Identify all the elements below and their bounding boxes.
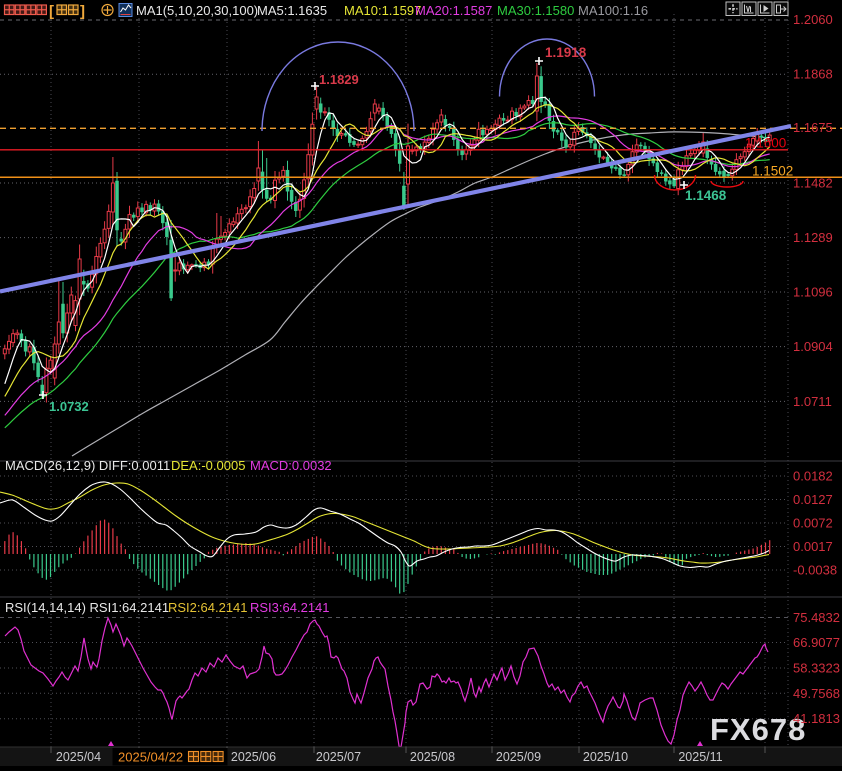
svg-text:2025/11: 2025/11 <box>678 750 722 764</box>
svg-text:MA10:1.1597: MA10:1.1597 <box>344 3 421 18</box>
svg-text:1.1675: 1.1675 <box>793 120 833 135</box>
svg-text:0.0017: 0.0017 <box>793 539 833 554</box>
svg-text:0.0182: 0.0182 <box>793 469 833 484</box>
svg-text:1.1096: 1.1096 <box>793 285 833 300</box>
svg-text:[: [ <box>49 3 54 20</box>
svg-text:49.7568: 49.7568 <box>793 686 840 701</box>
svg-text:2025/10: 2025/10 <box>583 750 628 764</box>
svg-text:75.4832: 75.4832 <box>793 610 840 625</box>
svg-text:MA100:1.16: MA100:1.16 <box>578 3 648 18</box>
svg-text:1.1829: 1.1829 <box>319 72 359 87</box>
svg-text:MACD(26,12,9) DIFF:0.0011: MACD(26,12,9) DIFF:0.0011 <box>5 458 170 473</box>
svg-text:0.0072: 0.0072 <box>793 516 833 531</box>
svg-text:RSI2:64.2141: RSI2:64.2141 <box>168 600 248 615</box>
svg-text:1.1289: 1.1289 <box>793 230 833 245</box>
svg-text:1.1482: 1.1482 <box>793 176 833 191</box>
svg-text:RSI3:64.2141: RSI3:64.2141 <box>250 600 330 615</box>
svg-text:1.2060: 1.2060 <box>793 12 833 27</box>
svg-text:MA30:1.1580: MA30:1.1580 <box>497 3 574 18</box>
svg-text:MACD:0.0032: MACD:0.0032 <box>250 458 332 473</box>
svg-text:]: ] <box>80 3 85 20</box>
svg-text:2025/04: 2025/04 <box>56 750 101 764</box>
svg-text:1.0904: 1.0904 <box>793 339 833 354</box>
svg-text:2025/08: 2025/08 <box>410 750 455 764</box>
svg-text:1.1502: 1.1502 <box>752 164 793 179</box>
svg-text:MA5:1.1635: MA5:1.1635 <box>257 3 327 18</box>
svg-text:2025/09: 2025/09 <box>496 750 541 764</box>
svg-text:RSI(14,14,14) RSI1:64.2141: RSI(14,14,14) RSI1:64.2141 <box>5 600 169 615</box>
svg-text:58.3323: 58.3323 <box>793 661 840 676</box>
svg-text:MA1(5,10,20,30,100): MA1(5,10,20,30,100) <box>136 3 258 18</box>
svg-text:DEA:-0.0005: DEA:-0.0005 <box>171 458 245 473</box>
svg-text:MA20:1.1587: MA20:1.1587 <box>415 3 492 18</box>
svg-text:-0.0038: -0.0038 <box>793 563 837 578</box>
svg-text:1.1918: 1.1918 <box>545 45 587 60</box>
svg-text:41.1813: 41.1813 <box>793 711 840 726</box>
svg-text:2025/04/22: 2025/04/22 <box>118 750 183 765</box>
svg-text:2025/07: 2025/07 <box>316 750 361 764</box>
svg-text:66.9077: 66.9077 <box>793 635 840 650</box>
svg-text:FX678: FX678 <box>710 712 806 747</box>
svg-text:1.1868: 1.1868 <box>793 67 833 82</box>
svg-text:1.0732: 1.0732 <box>49 399 89 414</box>
svg-text:1.0711: 1.0711 <box>793 394 832 409</box>
svg-text:1.1468: 1.1468 <box>685 188 727 203</box>
svg-text:0.0127: 0.0127 <box>793 492 833 507</box>
svg-text:1.1600: 1.1600 <box>745 136 786 151</box>
svg-text:2025/06: 2025/06 <box>231 750 276 764</box>
